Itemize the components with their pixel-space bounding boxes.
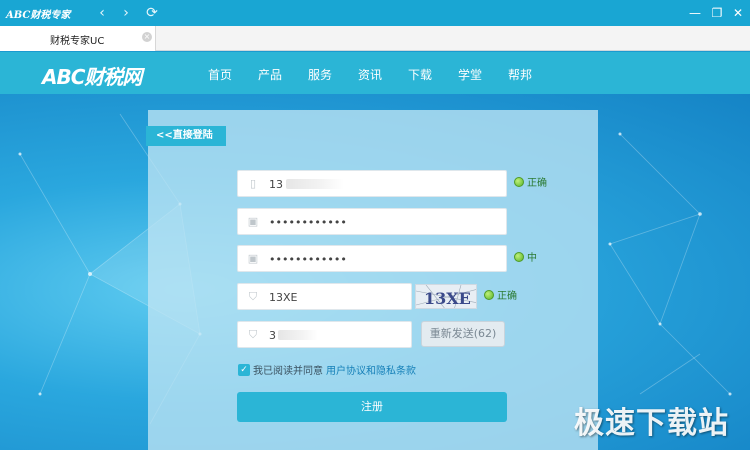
- nav-item-home[interactable]: 首页: [208, 66, 258, 83]
- captcha-field[interactable]: ⛉: [237, 283, 412, 310]
- refresh-icon[interactable]: ⟳: [142, 3, 162, 23]
- title-bar: ABC财税专家 ‹ › ⟳ — ❐ ✕: [0, 0, 750, 26]
- tab-close-icon[interactable]: ×: [142, 32, 152, 42]
- direct-login-link[interactable]: <<直接登陆: [146, 126, 226, 146]
- agreement-row: ✓ 我已阅读并同意 用户协议和隐私条款: [238, 362, 416, 377]
- password-field[interactable]: ▣: [237, 208, 507, 235]
- masked-phone-blur: [286, 179, 344, 189]
- captcha-input[interactable]: [269, 287, 402, 307]
- masked-code-blur: [278, 330, 318, 340]
- captcha-status: 正确: [484, 287, 517, 302]
- shield-icon: ⛉: [248, 290, 258, 303]
- check-icon: [514, 251, 524, 262]
- shield-icon: ⛉: [248, 328, 258, 341]
- forward-icon[interactable]: ›: [116, 3, 136, 23]
- agree-text: 我已阅读并同意: [253, 366, 323, 377]
- minimize-icon[interactable]: —: [686, 4, 704, 22]
- sms-code-field[interactable]: ⛉: [237, 321, 412, 348]
- nav-item-news[interactable]: 资讯: [358, 66, 408, 83]
- tab-caishui-uc[interactable]: 财税专家UC ×: [0, 26, 156, 51]
- captcha-text: 13XE: [424, 289, 471, 308]
- watermark-text: 极速下载站: [574, 406, 729, 441]
- check-icon: [484, 289, 494, 300]
- password-input[interactable]: [269, 212, 497, 232]
- tab-label: 财税专家UC: [50, 36, 105, 47]
- password-strength-status: 中: [514, 249, 537, 264]
- lock-icon: ▣: [247, 215, 259, 228]
- nav-item-download[interactable]: 下载: [408, 66, 458, 83]
- terms-link[interactable]: 用户协议和隐私条款: [326, 362, 416, 377]
- phone-icon: ▯: [249, 177, 257, 190]
- captcha-status-text: 正确: [497, 291, 517, 302]
- confirm-password-input[interactable]: [269, 249, 497, 269]
- register-button[interactable]: 注册: [237, 392, 507, 422]
- site-header: ABC财税网 首页 产品 服务 资讯 下载 学堂 帮邦: [0, 52, 750, 94]
- site-logo[interactable]: ABC财税网: [42, 61, 142, 90]
- main-nav: 首页 产品 服务 资讯 下载 学堂 帮邦: [208, 66, 558, 83]
- restore-icon[interactable]: ❐: [708, 4, 726, 22]
- check-icon: [514, 176, 524, 187]
- captcha-image[interactable]: 13XE: [415, 284, 477, 309]
- nav-item-products[interactable]: 产品: [258, 66, 308, 83]
- nav-item-academy[interactable]: 学堂: [458, 66, 508, 83]
- phone-field[interactable]: ▯: [237, 170, 507, 197]
- password-strength-text: 中: [527, 253, 537, 264]
- agree-checkbox[interactable]: ✓: [238, 363, 250, 376]
- captcha-noise: 13XE: [416, 285, 476, 308]
- back-icon[interactable]: ‹: [92, 3, 112, 23]
- nav-item-services[interactable]: 服务: [308, 66, 358, 83]
- close-icon[interactable]: ✕: [729, 4, 747, 22]
- phone-status-text: 正确: [527, 178, 547, 189]
- tab-bar: 财税专家UC ×: [0, 26, 750, 51]
- phone-status: 正确: [514, 174, 547, 189]
- confirm-password-field[interactable]: ▣: [237, 245, 507, 272]
- lock-icon: ▣: [247, 252, 259, 265]
- resend-code-button[interactable]: 重新发送(62): [421, 321, 505, 347]
- nav-item-help[interactable]: 帮邦: [508, 66, 558, 83]
- window-title: ABC财税专家: [6, 10, 71, 21]
